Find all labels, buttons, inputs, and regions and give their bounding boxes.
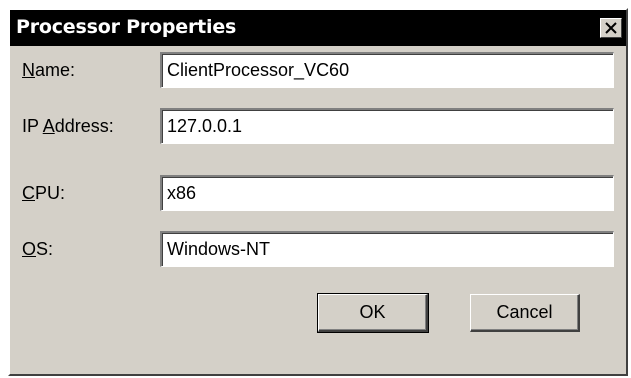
os-label: OS: <box>22 239 54 259</box>
close-icon <box>605 22 617 34</box>
ok-button[interactable]: OK <box>317 293 429 333</box>
processor-properties-dialog: Processor Properties Name: IP Address: C… <box>8 8 628 376</box>
cpu-label: CPU: <box>22 183 66 203</box>
window-title: Processor Properties <box>16 16 237 38</box>
name-field[interactable] <box>160 52 614 88</box>
title-bar[interactable]: Processor Properties <box>10 10 626 46</box>
cancel-button[interactable]: Cancel <box>470 294 580 332</box>
ip-address-field[interactable] <box>160 108 614 144</box>
close-button[interactable] <box>600 18 622 38</box>
name-label: Name: <box>22 60 76 80</box>
cpu-field[interactable] <box>160 175 614 211</box>
os-field[interactable] <box>160 231 614 267</box>
ip-address-label: IP Address: <box>22 116 114 136</box>
